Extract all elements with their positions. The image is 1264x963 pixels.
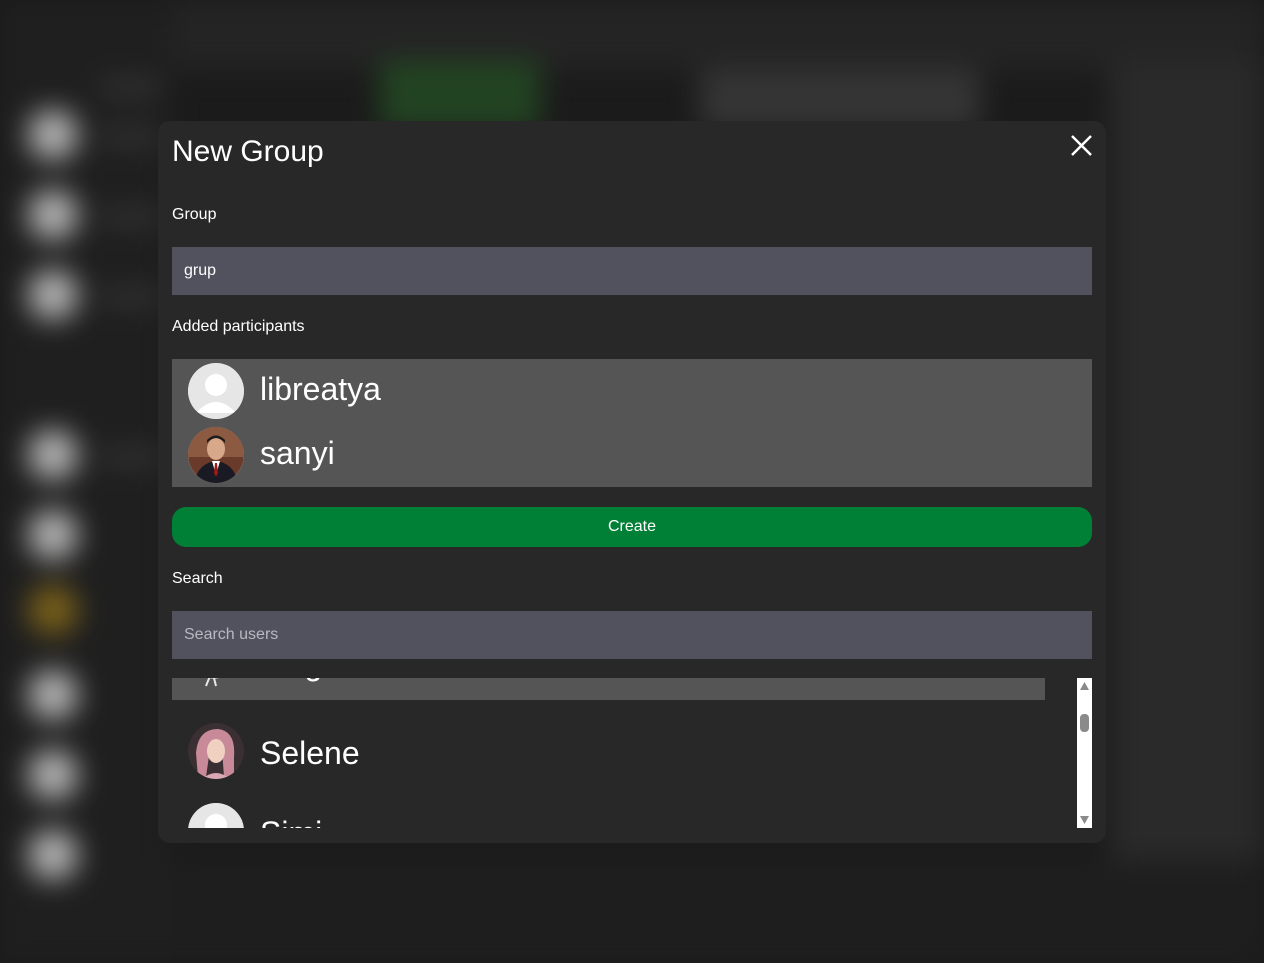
bg-avatar (28, 585, 78, 635)
result-item[interactable]: Simi (172, 793, 1045, 828)
bg-line (100, 210, 160, 224)
search-label: Search (172, 570, 223, 587)
bg-header (170, 0, 1264, 70)
close-icon (1071, 135, 1092, 156)
default-avatar-icon (188, 363, 244, 419)
bird-sketch-photo (188, 678, 244, 690)
bg-avatar (28, 750, 78, 800)
modal-title: New Group (172, 135, 324, 168)
participant-item[interactable]: sanyi (172, 423, 1092, 487)
group-name-input[interactable] (172, 247, 1092, 295)
create-button[interactable]: Create (172, 507, 1092, 547)
bg-line (100, 290, 160, 304)
bg-avatar (28, 270, 78, 320)
bg-sidebar (0, 0, 170, 963)
bg-avatar (28, 510, 78, 560)
bg-avatar (28, 190, 78, 240)
participant-name: libreatya (260, 371, 381, 407)
result-name: sergei (260, 678, 347, 683)
result-name: Selene (260, 735, 360, 771)
participants-list: libreatya sanyi (172, 359, 1092, 487)
result-item[interactable]: Selene (172, 713, 1045, 789)
result-item[interactable]: sergei (172, 678, 1045, 700)
scroll-down-icon[interactable] (1079, 815, 1090, 825)
result-name: Simi (260, 815, 322, 828)
bg-avatar (28, 110, 78, 160)
default-avatar-icon (188, 803, 244, 828)
close-button[interactable] (1066, 131, 1096, 161)
bg-right-panel (1110, 60, 1264, 910)
bg-avatar (28, 670, 78, 720)
bg-block (380, 60, 540, 130)
scroll-thumb[interactable] (1080, 714, 1089, 732)
results-scrollbar[interactable] (1077, 678, 1092, 828)
new-group-modal: New Group Group Added participants libre… (158, 121, 1106, 843)
scroll-up-icon[interactable] (1079, 681, 1090, 691)
bg-line (100, 80, 160, 94)
man-in-suit-photo (188, 427, 244, 483)
search-users-input[interactable] (172, 611, 1092, 659)
participant-name: sanyi (260, 435, 335, 471)
woman-portrait-photo (188, 723, 244, 779)
participant-item[interactable]: libreatya (172, 359, 1092, 423)
participants-label: Added participants (172, 318, 305, 335)
bg-line (100, 130, 160, 144)
bg-avatar (28, 830, 78, 880)
bg-avatar (28, 430, 78, 480)
bg-line (100, 450, 160, 464)
search-results-list: sergei Selene Simi (172, 678, 1092, 828)
group-label: Group (172, 206, 217, 223)
bg-bottom (170, 860, 1264, 963)
